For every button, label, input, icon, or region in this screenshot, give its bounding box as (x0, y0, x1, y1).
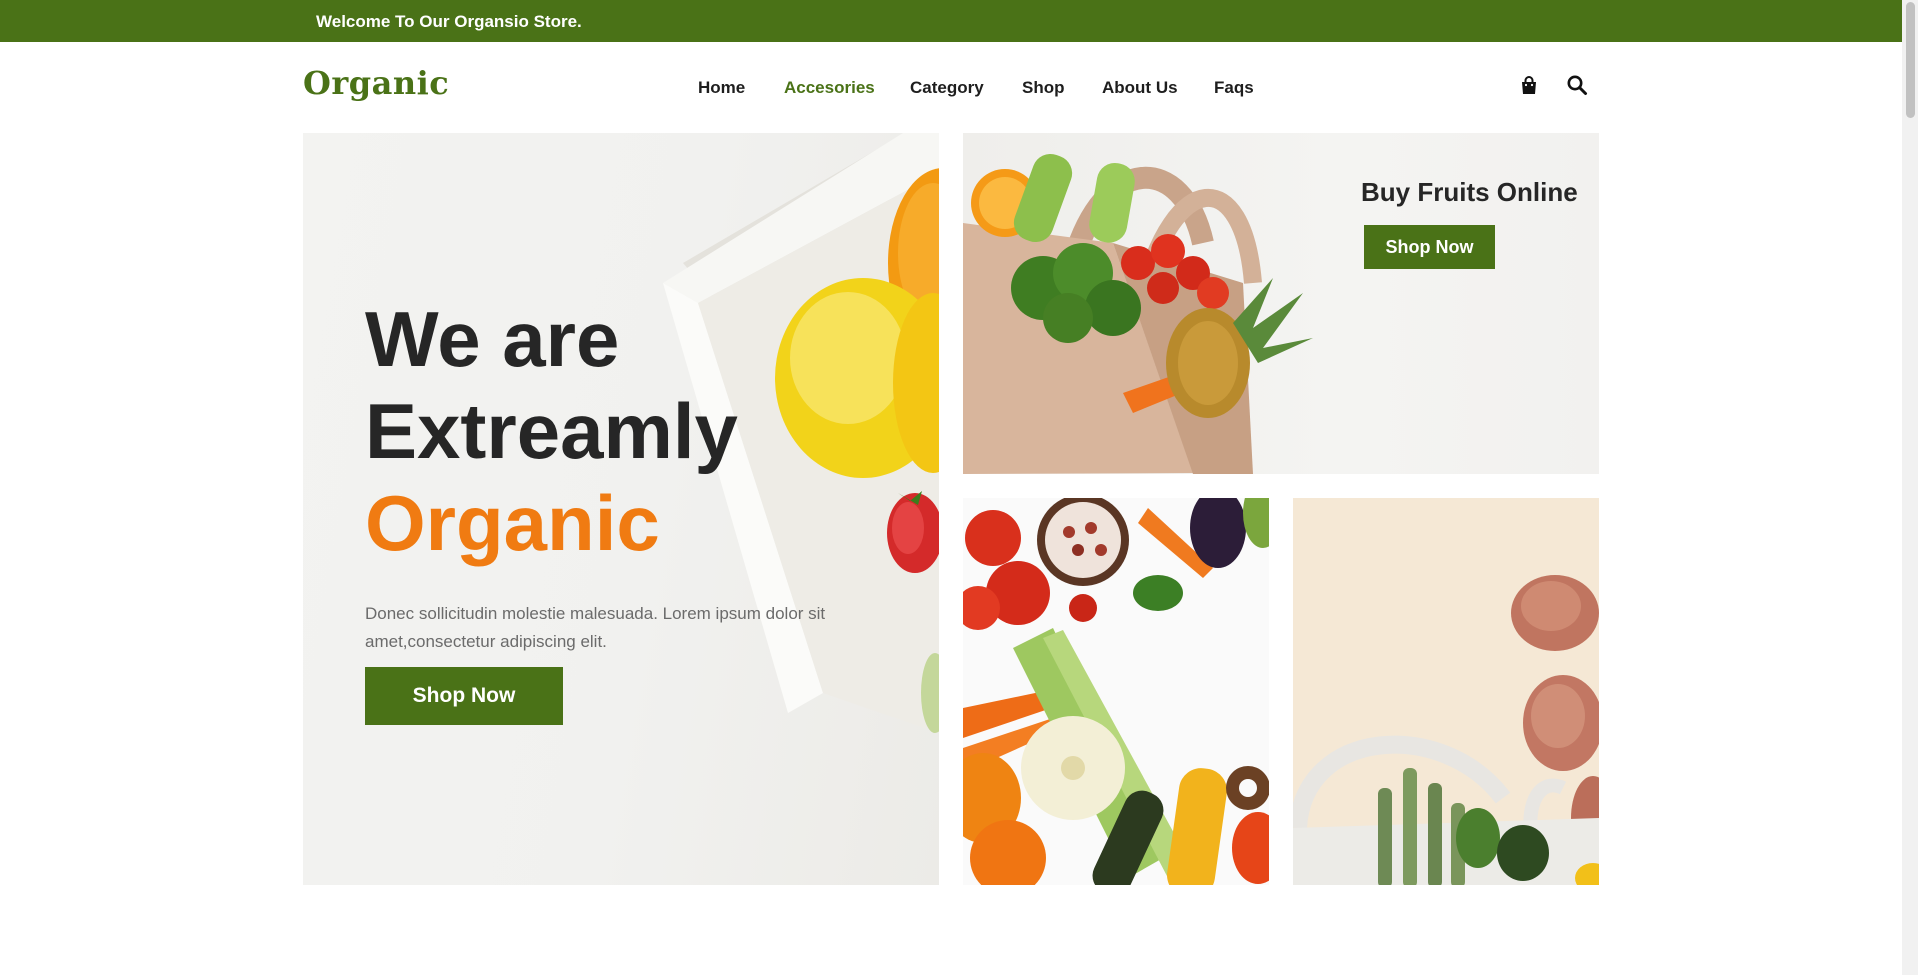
nav-category[interactable]: Category (910, 78, 984, 98)
hero-description: Donec sollicitudin molestie malesuada. L… (365, 604, 826, 651)
shopping-bag-icon[interactable] (1518, 74, 1542, 98)
scrollbar-thumb[interactable] (1906, 2, 1915, 118)
hero-line-3: Organic (365, 479, 660, 567)
potatoes-bag-image (1293, 575, 1599, 885)
hero-line-2: Extreamly (365, 387, 738, 475)
nav-about-us[interactable]: About Us (1102, 78, 1178, 98)
potatoes-bag-card[interactable] (1293, 498, 1599, 885)
hero-shop-now-button[interactable]: Shop Now (365, 667, 563, 725)
nav-accesories[interactable]: Accesories (784, 78, 875, 98)
vertical-scrollbar[interactable] (1902, 0, 1918, 975)
search-icon[interactable] (1566, 74, 1590, 98)
announcement-bar: Welcome To Our Organsio Store. (0, 0, 1902, 42)
nav-shop[interactable]: Shop (1022, 78, 1065, 98)
hero-banner: We are Extreamly Organic Donec sollicitu… (303, 133, 939, 885)
nav-faqs[interactable]: Faqs (1214, 78, 1254, 98)
vegetables-card[interactable] (963, 498, 1269, 885)
announcement-text: Welcome To Our Organsio Store. (316, 12, 582, 31)
hero-heading: We are Extreamly Organic (365, 293, 738, 569)
buy-fruits-card: Buy Fruits Online Shop Now (963, 133, 1599, 474)
hero-line-1: We are (365, 295, 620, 383)
site-logo[interactable]: Organic (303, 64, 449, 102)
nav-home[interactable]: Home (698, 78, 745, 98)
buy-fruits-shop-now-button[interactable]: Shop Now (1364, 225, 1495, 269)
vegetables-image (963, 498, 1269, 885)
buy-fruits-title: Buy Fruits Online (1361, 177, 1578, 207)
